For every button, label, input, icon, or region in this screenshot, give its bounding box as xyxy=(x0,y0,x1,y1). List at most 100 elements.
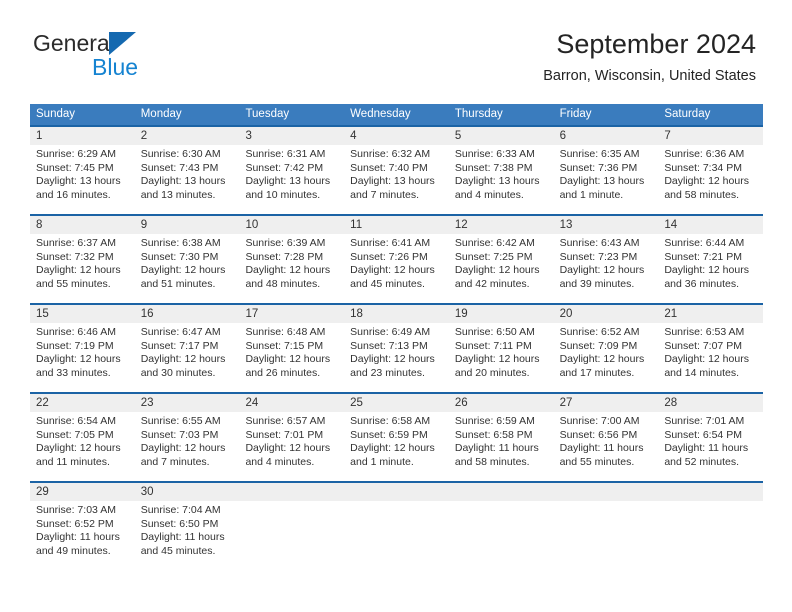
sunrise-text: Sunrise: 6:39 AM xyxy=(245,237,326,249)
sunset-text: Sunset: 7:26 PM xyxy=(350,250,428,263)
daylight-text-line1: Daylight: 11 hours xyxy=(559,442,644,455)
daylight-text-line2: and 36 minutes. xyxy=(664,277,740,290)
day-cell: Sunrise: 6:48 AM Sunset: 7:15 PM Dayligh… xyxy=(239,323,344,392)
daylight-text-line2: and 55 minutes. xyxy=(559,455,635,468)
sunrise-text: Sunrise: 6:32 AM xyxy=(350,148,431,160)
sunset-text: Sunset: 7:25 PM xyxy=(454,250,533,263)
daylight-text-line1: Daylight: 12 hours xyxy=(245,442,331,455)
sunset-text: Sunset: 6:50 PM xyxy=(140,517,219,530)
week-daynumber-band: 29 30 xyxy=(30,483,763,501)
daylight-text-line1: Daylight: 11 hours xyxy=(664,442,749,455)
day-number: 17 xyxy=(245,308,259,320)
sunrise-text: Sunrise: 6:50 AM xyxy=(454,326,535,338)
title-block: September 2024 Barron, Wisconsin, United… xyxy=(543,28,756,86)
sunset-text: Sunset: 7:32 PM xyxy=(36,250,114,263)
daylight-text-line1: Daylight: 12 hours xyxy=(664,353,749,366)
day-cell: Sunrise: 6:43 AM Sunset: 7:23 PM Dayligh… xyxy=(554,234,659,303)
day-number: 30 xyxy=(140,486,154,498)
daylight-text-line2: and 58 minutes. xyxy=(454,455,530,468)
sunset-text: Sunset: 6:56 PM xyxy=(559,428,638,441)
daylight-text-line2: and 20 minutes. xyxy=(454,366,530,379)
daylight-text-line1: Daylight: 12 hours xyxy=(140,353,226,366)
sunrise-text: Sunrise: 6:35 AM xyxy=(559,148,640,160)
day-cell: Sunrise: 6:33 AM Sunset: 7:38 PM Dayligh… xyxy=(449,145,554,214)
sunset-text: Sunset: 6:52 PM xyxy=(36,517,114,530)
daylight-text-line2: and 17 minutes. xyxy=(559,366,635,379)
daylight-text-line2: and 30 minutes. xyxy=(140,366,216,379)
day-cell: Sunrise: 6:38 AM Sunset: 7:30 PM Dayligh… xyxy=(135,234,240,303)
sunrise-text: Sunrise: 6:42 AM xyxy=(454,237,535,249)
day-cell: Sunrise: 6:39 AM Sunset: 7:28 PM Dayligh… xyxy=(239,234,344,303)
daylight-text-line1: Daylight: 12 hours xyxy=(350,264,435,277)
logo-word-blue: Blue xyxy=(92,54,139,80)
day-cell: Sunrise: 6:59 AM Sunset: 6:58 PM Dayligh… xyxy=(449,412,554,481)
sunrise-text: Sunrise: 6:58 AM xyxy=(350,415,431,427)
week-content-row: Sunrise: 6:54 AM Sunset: 7:05 PM Dayligh… xyxy=(30,412,763,481)
day-number: 12 xyxy=(454,219,468,231)
daylight-text-line2: and 11 minutes. xyxy=(36,455,110,468)
sunset-text: Sunset: 7:21 PM xyxy=(664,250,742,263)
daylight-text-line1: Daylight: 12 hours xyxy=(140,442,226,455)
sunrise-text: Sunrise: 6:43 AM xyxy=(559,237,640,249)
sunset-text: Sunset: 7:23 PM xyxy=(559,250,638,263)
day-number-empty xyxy=(449,483,554,501)
page-subtitle: Barron, Wisconsin, United States xyxy=(543,68,756,84)
day-number: 11 xyxy=(350,219,363,231)
daylight-text-line2: and 7 minutes. xyxy=(140,455,210,468)
week-row: 8 9 10 11 12 13 14 Sunrise: 6:37 AM Suns… xyxy=(30,214,763,303)
day-cell-empty xyxy=(658,501,763,570)
sunrise-text: Sunrise: 6:59 AM xyxy=(454,415,535,427)
calendar-page: General Blue September 2024 Barron, Wisc… xyxy=(0,0,792,612)
day-number: 24 xyxy=(245,397,259,409)
day-cell-empty xyxy=(344,501,449,570)
sunset-text: Sunset: 7:17 PM xyxy=(140,339,219,352)
day-number: 5 xyxy=(454,130,462,142)
day-cell-empty xyxy=(449,501,554,570)
sunset-text: Sunset: 6:59 PM xyxy=(350,428,428,441)
day-number: 23 xyxy=(140,397,154,409)
weekday-header-sunday: Sunday xyxy=(36,108,76,120)
sunset-text: Sunset: 7:38 PM xyxy=(454,161,533,174)
day-cell: Sunrise: 6:31 AM Sunset: 7:42 PM Dayligh… xyxy=(239,145,344,214)
weekday-header-friday: Friday xyxy=(559,108,592,120)
day-number: 29 xyxy=(36,486,49,498)
sunset-text: Sunset: 7:13 PM xyxy=(350,339,428,352)
daylight-text-line1: Daylight: 12 hours xyxy=(140,264,226,277)
day-number: 9 xyxy=(140,219,148,231)
daylight-text-line2: and 10 minutes. xyxy=(245,188,321,201)
sunrise-text: Sunrise: 6:48 AM xyxy=(245,326,326,338)
daylight-text-line2: and 39 minutes. xyxy=(559,277,635,290)
week-row: 22 23 24 25 26 27 28 Sunrise: 6:54 AM Su… xyxy=(30,392,763,481)
sunrise-text: Sunrise: 6:36 AM xyxy=(664,148,745,160)
sunset-text: Sunset: 7:34 PM xyxy=(664,161,742,174)
day-cell: Sunrise: 6:50 AM Sunset: 7:11 PM Dayligh… xyxy=(449,323,554,392)
sunrise-text: Sunrise: 6:37 AM xyxy=(36,237,116,249)
day-number: 18 xyxy=(350,308,363,320)
day-cell: Sunrise: 6:53 AM Sunset: 7:07 PM Dayligh… xyxy=(658,323,763,392)
week-daynumber-band: 1 2 3 4 5 6 7 xyxy=(30,127,763,145)
day-number: 28 xyxy=(664,397,678,409)
sunset-text: Sunset: 7:28 PM xyxy=(245,250,324,263)
daylight-text-line1: Daylight: 12 hours xyxy=(559,264,645,277)
sunset-text: Sunset: 7:07 PM xyxy=(664,339,742,352)
day-cell: Sunrise: 7:04 AM Sunset: 6:50 PM Dayligh… xyxy=(135,501,240,570)
sunrise-text: Sunrise: 6:52 AM xyxy=(559,326,640,338)
weekday-header-row: Sunday Monday Tuesday Wednesday Thursday… xyxy=(30,104,763,125)
daylight-text-line2: and 49 minutes. xyxy=(36,544,111,557)
sunrise-text: Sunrise: 6:38 AM xyxy=(140,237,221,249)
daylight-text-line2: and 48 minutes. xyxy=(245,277,321,290)
sunset-text: Sunset: 7:15 PM xyxy=(245,339,324,352)
sunset-text: Sunset: 7:03 PM xyxy=(140,428,219,441)
weekday-header-saturday: Saturday xyxy=(664,108,711,120)
sunset-text: Sunset: 7:30 PM xyxy=(140,250,219,263)
week-daynumber-band: 22 23 24 25 26 27 28 xyxy=(30,394,763,412)
daylight-text-line2: and 26 minutes. xyxy=(245,366,321,379)
day-number: 13 xyxy=(559,219,573,231)
day-number-empty xyxy=(554,483,659,501)
week-content-row: Sunrise: 6:46 AM Sunset: 7:19 PM Dayligh… xyxy=(30,323,763,392)
daylight-text-line1: Daylight: 12 hours xyxy=(454,353,540,366)
day-cell: Sunrise: 6:55 AM Sunset: 7:03 PM Dayligh… xyxy=(135,412,240,481)
daylight-text-line1: Daylight: 13 hours xyxy=(245,175,331,188)
week-daynumber-band: 8 9 10 11 12 13 14 xyxy=(30,216,763,234)
day-number: 7 xyxy=(664,130,671,142)
